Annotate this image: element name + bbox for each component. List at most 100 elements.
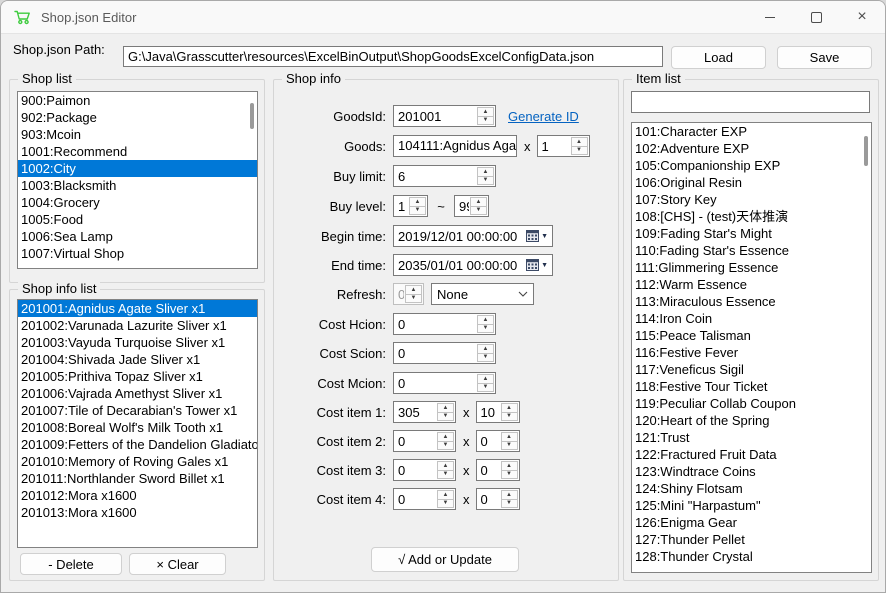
list-item[interactable]: 111:Glimmering Essence <box>632 259 871 276</box>
cost-item-2-count-spinner[interactable]: 0 ▲ ▼ <box>476 430 520 452</box>
spin-down-icon[interactable]: ▼ <box>438 413 453 421</box>
list-item[interactable]: 124:Shiny Flotsam <box>632 480 871 497</box>
save-button[interactable]: Save <box>777 46 872 69</box>
spin-up-icon[interactable]: ▲ <box>502 491 517 500</box>
buy-level-min-spinner[interactable]: 1 ▲ ▼ <box>393 195 428 217</box>
spin-up-icon[interactable]: ▲ <box>410 198 425 207</box>
spin-down-icon[interactable]: ▼ <box>478 117 493 125</box>
list-item[interactable]: 120:Heart of the Spring <box>632 412 871 429</box>
spin-down-icon[interactable]: ▼ <box>478 354 493 362</box>
spin-down-icon[interactable]: ▼ <box>410 207 425 215</box>
list-item[interactable]: 115:Peace Talisman <box>632 327 871 344</box>
list-item[interactable]: 106:Original Resin <box>632 174 871 191</box>
calendar-dropdown-button[interactable]: ▼ <box>526 259 548 271</box>
spin-up-icon[interactable]: ▲ <box>471 198 486 207</box>
spin-up-icon[interactable]: ▲ <box>438 491 453 500</box>
cost-item-1-id-spinner[interactable]: 305 ▲ ▼ <box>393 401 456 423</box>
item-listbox[interactable]: 101:Character EXP102:Adventure EXP105:Co… <box>631 122 872 573</box>
list-item[interactable]: 1001:Recommend <box>18 143 257 160</box>
list-item[interactable]: 113:Miraculous Essence <box>632 293 871 310</box>
spin-up-icon[interactable]: ▲ <box>478 345 493 354</box>
load-button[interactable]: Load <box>671 46 766 69</box>
list-item[interactable]: 102:Adventure EXP <box>632 140 871 157</box>
list-item[interactable]: 1007:Virtual Shop <box>18 245 257 262</box>
list-item[interactable]: 114:Iron Coin <box>632 310 871 327</box>
calendar-dropdown-button[interactable]: ▼ <box>526 230 548 242</box>
goods-count-spinner[interactable]: 1 ▲ ▼ <box>537 135 590 157</box>
cost-item-1-count-spinner[interactable]: 10 ▲ ▼ <box>476 401 520 423</box>
end-time-picker[interactable]: 2035/01/01 00:00:00 ▼ <box>393 254 553 276</box>
list-item[interactable]: 201002:Varunada Lazurite Sliver x1 <box>18 317 257 334</box>
list-item[interactable]: 201005:Prithiva Topaz Sliver x1 <box>18 368 257 385</box>
list-item[interactable]: 903:Mcoin <box>18 126 257 143</box>
goods-input[interactable]: 104111:Agnidus Agate S <box>393 135 517 157</box>
spin-down-icon[interactable]: ▼ <box>471 207 486 215</box>
list-item[interactable]: 201008:Boreal Wolf's Milk Tooth x1 <box>18 419 257 436</box>
spin-down-icon[interactable]: ▼ <box>502 500 517 508</box>
list-item[interactable]: 117:Veneficus Sigil <box>632 361 871 378</box>
list-item[interactable]: 1003:Blacksmith <box>18 177 257 194</box>
spin-up-icon[interactable]: ▲ <box>572 138 587 147</box>
list-item[interactable]: 900:Paimon <box>18 92 257 109</box>
list-item[interactable]: 109:Fading Star's Might <box>632 225 871 242</box>
buy-level-max-spinner[interactable]: 99 ▲ ▼ <box>454 195 489 217</box>
list-item[interactable]: 902:Package <box>18 109 257 126</box>
spin-up-icon[interactable]: ▲ <box>502 462 517 471</box>
shop-info-listbox[interactable]: 201001:Agnidus Agate Sliver x1201002:Var… <box>17 299 258 548</box>
spin-up-icon[interactable]: ▲ <box>438 404 453 413</box>
spin-up-icon[interactable]: ▲ <box>438 433 453 442</box>
maximize-button[interactable] <box>793 1 839 33</box>
list-item[interactable]: 201006:Vajrada Amethyst Sliver x1 <box>18 385 257 402</box>
list-item[interactable]: 122:Fractured Fruit Data <box>632 446 871 463</box>
spin-up-icon[interactable]: ▲ <box>502 433 517 442</box>
list-item[interactable]: 201010:Memory of Roving Gales x1 <box>18 453 257 470</box>
list-item[interactable]: 108:[CHS] - (test)天体推演 <box>632 208 871 225</box>
spin-down-icon[interactable]: ▼ <box>438 471 453 479</box>
list-item[interactable]: 201003:Vayuda Turquoise Sliver x1 <box>18 334 257 351</box>
generate-id-link[interactable]: Generate ID <box>508 109 579 124</box>
list-item[interactable]: 201001:Agnidus Agate Sliver x1 <box>18 300 257 317</box>
spin-up-icon[interactable]: ▲ <box>478 168 493 177</box>
spin-up-icon[interactable]: ▲ <box>438 462 453 471</box>
list-item[interactable]: 119:Peculiar Collab Coupon <box>632 395 871 412</box>
cost-mcion-spinner[interactable]: 0 ▲ ▼ <box>393 372 496 394</box>
list-item[interactable]: 1004:Grocery <box>18 194 257 211</box>
list-item[interactable]: 201007:Tile of Decarabian's Tower x1 <box>18 402 257 419</box>
minimize-button[interactable] <box>747 1 793 33</box>
spin-down-icon[interactable]: ▼ <box>478 325 493 333</box>
list-item[interactable]: 112:Warm Essence <box>632 276 871 293</box>
close-button[interactable]: × <box>839 1 885 33</box>
cost-item-4-count-spinner[interactable]: 0 ▲ ▼ <box>476 488 520 510</box>
add-or-update-button[interactable]: √ Add or Update <box>371 547 519 572</box>
spin-up-icon[interactable]: ▲ <box>478 316 493 325</box>
list-item[interactable]: 118:Festive Tour Ticket <box>632 378 871 395</box>
item-filter-input[interactable] <box>631 91 870 113</box>
list-item[interactable]: 110:Fading Star's Essence <box>632 242 871 259</box>
list-item[interactable]: 201012:Mora x1600 <box>18 487 257 504</box>
cost-hcion-spinner[interactable]: 0 ▲ ▼ <box>393 313 496 335</box>
list-item[interactable]: 101:Character EXP <box>632 123 871 140</box>
list-item[interactable]: 107:Story Key <box>632 191 871 208</box>
spin-down-icon[interactable]: ▼ <box>438 500 453 508</box>
spin-down-icon[interactable]: ▼ <box>478 384 493 392</box>
begin-time-picker[interactable]: 2019/12/01 00:00:00 ▼ <box>393 225 553 247</box>
cost-item-2-id-spinner[interactable]: 0 ▲ ▼ <box>393 430 456 452</box>
spin-down-icon[interactable]: ▼ <box>502 442 517 450</box>
list-item[interactable]: 1006:Sea Lamp <box>18 228 257 245</box>
path-input[interactable] <box>123 46 663 67</box>
list-item[interactable]: 1002:City <box>18 160 257 177</box>
shop-list-scrollbar[interactable] <box>250 103 254 129</box>
spin-down-icon[interactable]: ▼ <box>572 147 587 155</box>
cost-scion-spinner[interactable]: 0 ▲ ▼ <box>393 342 496 364</box>
list-item[interactable]: 121:Trust <box>632 429 871 446</box>
delete-button[interactable]: - Delete <box>20 553 122 575</box>
spin-down-icon[interactable]: ▼ <box>502 471 517 479</box>
list-item[interactable]: 201009:Fetters of the Dandelion Gladiato <box>18 436 257 453</box>
cost-item-3-count-spinner[interactable]: 0 ▲ ▼ <box>476 459 520 481</box>
cost-item-4-id-spinner[interactable]: 0 ▲ ▼ <box>393 488 456 510</box>
cost-item-3-id-spinner[interactable]: 0 ▲ ▼ <box>393 459 456 481</box>
spin-down-icon[interactable]: ▼ <box>478 177 493 185</box>
spin-down-icon[interactable]: ▼ <box>502 413 517 421</box>
list-item[interactable]: 127:Thunder Pellet <box>632 531 871 548</box>
shop-listbox[interactable]: 900:Paimon902:Package903:Mcoin1001:Recom… <box>17 91 258 269</box>
